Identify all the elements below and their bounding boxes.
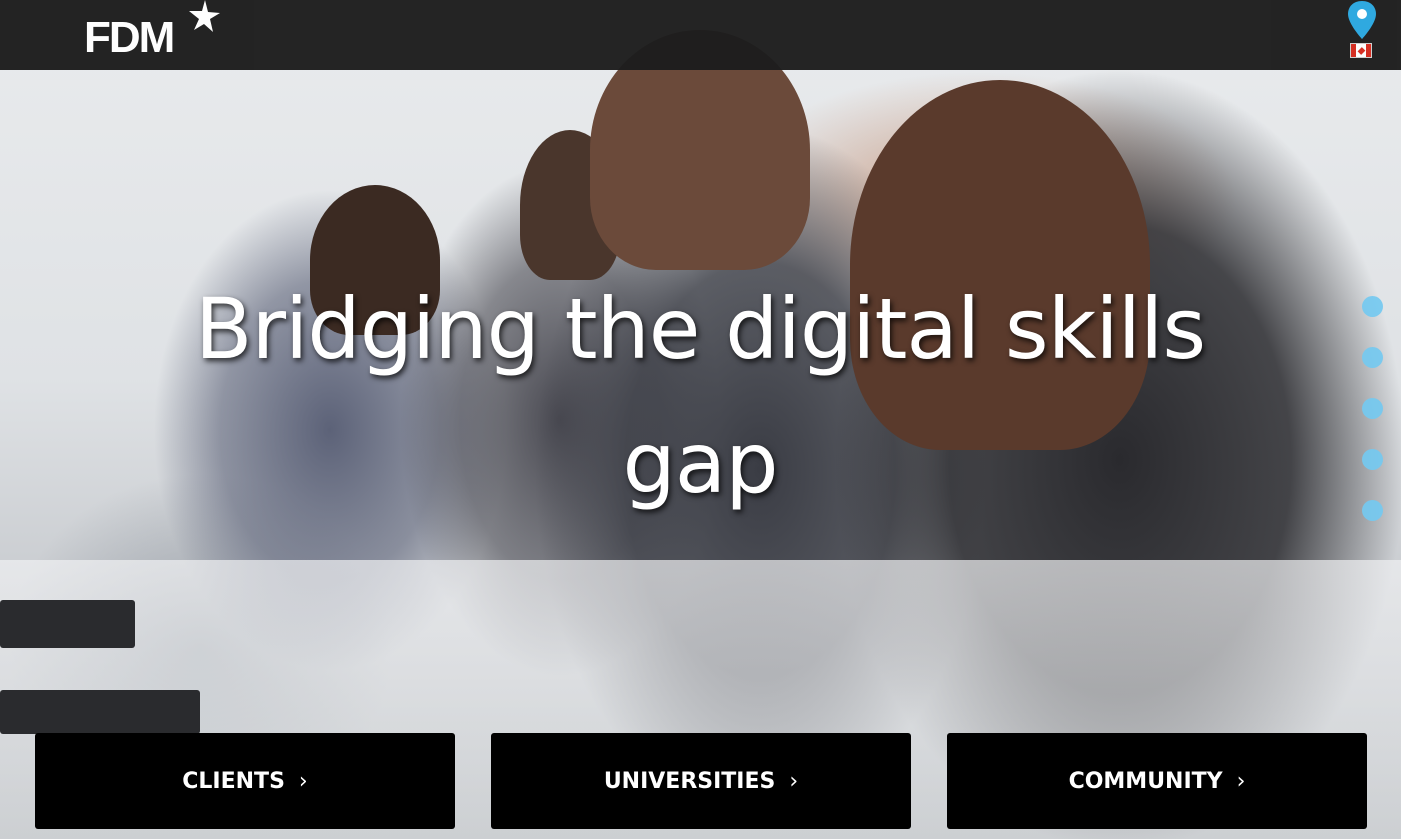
fdm-logo[interactable]: FDM (84, 14, 175, 62)
clients-button[interactable]: CLIENTS › (35, 733, 455, 829)
slide-dot-2[interactable] (1362, 347, 1383, 368)
slide-dot-4[interactable] (1362, 449, 1383, 470)
chevron-right-icon: › (298, 768, 308, 794)
universities-button-label: UNIVERSITIES (603, 768, 776, 794)
slide-dot-3[interactable] (1362, 398, 1383, 419)
community-button[interactable]: COMMUNITY › (947, 733, 1367, 829)
slide-indicator (1362, 296, 1384, 551)
clients-button-label: CLIENTS (182, 768, 285, 794)
community-button-label: COMMUNITY (1068, 768, 1223, 794)
chevron-right-icon: › (789, 768, 799, 794)
hero-headline: Bridging the digital skills gap (194, 280, 1206, 512)
universities-button[interactable]: UNIVERSITIES › (491, 733, 911, 829)
cta-button-row: CLIENTS › UNIVERSITIES › COMMUNITY › (35, 733, 1367, 829)
slide-dot-1[interactable] (1362, 296, 1383, 317)
map-pin-icon[interactable] (1346, 0, 1378, 40)
chevron-right-icon: › (1236, 768, 1246, 794)
hero-banner: FDM Bridging the digital skills gap CLIE… (0, 0, 1401, 839)
top-nav-bar: FDM (0, 0, 1401, 70)
keyboard-image (0, 600, 135, 648)
slide-dot-5[interactable] (1362, 500, 1383, 521)
star-icon (189, 0, 220, 32)
canada-flag-icon[interactable] (1350, 43, 1372, 58)
keyboard-image (0, 690, 200, 734)
